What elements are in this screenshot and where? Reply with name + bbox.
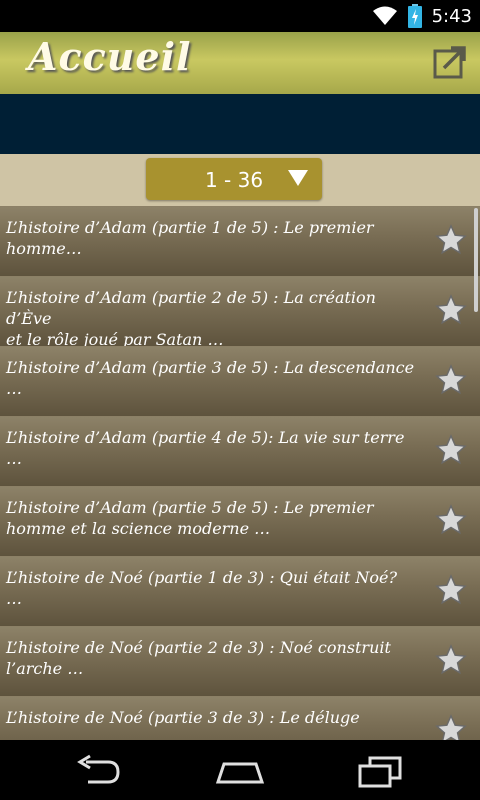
navigation-bar xyxy=(0,740,480,800)
list-item[interactable]: L’histoire de Noé (partie 3 de 3) : Le d… xyxy=(0,696,480,740)
list-item[interactable]: L’histoire de Noé (partie 1 de 3) : Qui … xyxy=(0,556,480,626)
star-icon[interactable] xyxy=(434,293,468,327)
star-icon[interactable] xyxy=(434,713,468,740)
star-icon[interactable] xyxy=(434,573,468,607)
status-time: 5:43 xyxy=(431,5,472,27)
list-item-title: L’histoire d’Adam (partie 1 de 5) : Le p… xyxy=(6,218,374,258)
list-item-title: L’histoire de Noé (partie 2 de 3) : Noé … xyxy=(6,638,391,678)
status-bar: 5:43 xyxy=(0,0,480,32)
pager-area: 1 - 36 xyxy=(0,154,480,206)
list-item[interactable]: L’histoire d’Adam (partie 3 de 5) : La d… xyxy=(0,346,480,416)
list-item[interactable]: L’histoire d’Adam (partie 1 de 5) : Le p… xyxy=(0,206,480,276)
share-external-icon[interactable] xyxy=(432,44,468,80)
banner-area xyxy=(0,94,480,154)
chevron-down-icon xyxy=(288,170,308,186)
list-item-title: L’histoire d’Adam (partie 4 de 5): La vi… xyxy=(6,428,405,468)
list-item[interactable]: L’histoire d’Adam (partie 5 de 5) : Le p… xyxy=(0,486,480,556)
list-item-title: L’histoire d’Adam (partie 3 de 5) : La d… xyxy=(6,358,415,398)
list-item-title: L’histoire de Noé (partie 3 de 3) : Le d… xyxy=(6,708,360,740)
page-range-dropdown[interactable]: 1 - 36 xyxy=(146,158,322,200)
back-icon[interactable] xyxy=(74,754,124,788)
star-icon[interactable] xyxy=(434,643,468,677)
star-icon[interactable] xyxy=(434,363,468,397)
page-title: Accueil xyxy=(28,34,192,79)
home-icon[interactable] xyxy=(214,754,266,788)
recents-icon[interactable] xyxy=(356,754,404,788)
action-bar: Accueil xyxy=(0,32,480,94)
star-icon[interactable] xyxy=(434,223,468,257)
battery-icon xyxy=(407,4,422,28)
list-item-title: L’histoire d’Adam (partie 5 de 5) : Le p… xyxy=(6,498,374,538)
list-item-title: L’histoire de Noé (partie 1 de 3) : Qui … xyxy=(6,568,398,608)
story-list: L’histoire d’Adam (partie 1 de 5) : Le p… xyxy=(0,206,480,740)
star-icon[interactable] xyxy=(434,503,468,537)
star-icon[interactable] xyxy=(434,433,468,467)
wifi-icon xyxy=(372,6,397,25)
scrollbar[interactable] xyxy=(474,208,478,312)
list-item[interactable]: L’histoire de Noé (partie 2 de 3) : Noé … xyxy=(0,626,480,696)
list-item[interactable]: L’histoire d’Adam (partie 4 de 5): La vi… xyxy=(0,416,480,486)
list-item[interactable]: L’histoire d’Adam (partie 2 de 5) : La c… xyxy=(0,276,480,349)
list-item-title: L’histoire d’Adam (partie 2 de 5) : La c… xyxy=(6,288,376,349)
